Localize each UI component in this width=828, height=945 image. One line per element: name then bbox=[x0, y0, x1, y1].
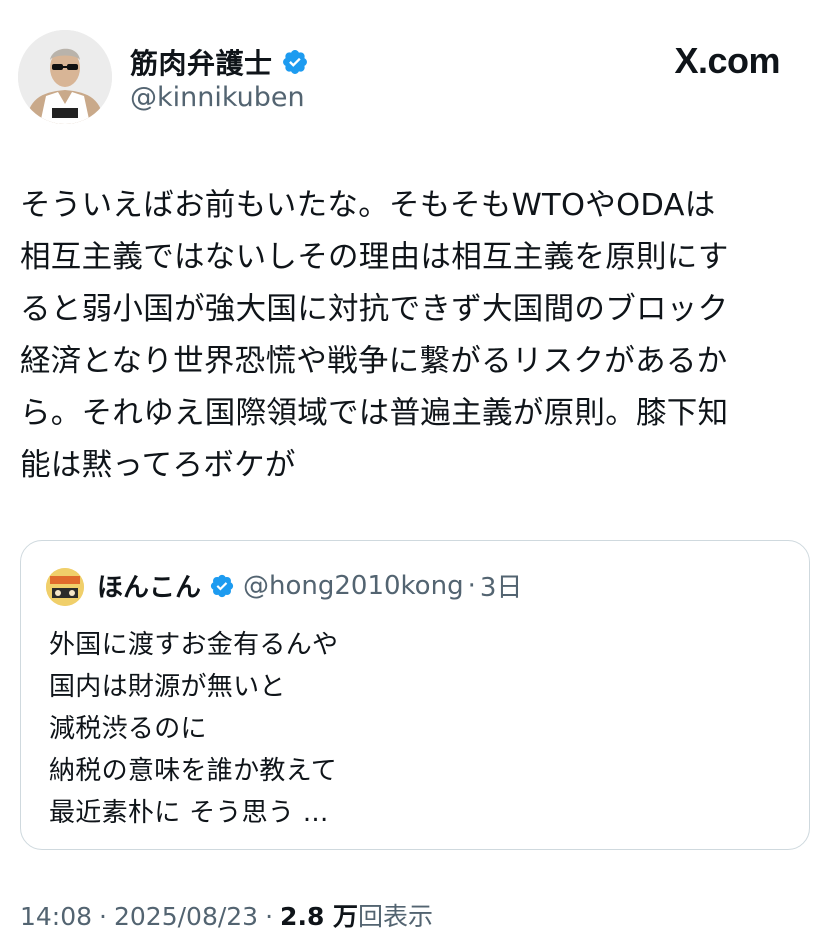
x-brand-logo: X.com bbox=[674, 40, 780, 82]
tweet-header: 筋肉弁護士 @kinnikuben X.com bbox=[18, 30, 810, 130]
author-display-name[interactable]: 筋肉弁護士 bbox=[130, 42, 273, 82]
quoted-verified-badge-icon bbox=[210, 574, 234, 597]
author-handle[interactable]: @kinnikuben bbox=[130, 82, 305, 113]
quoted-author-avatar[interactable] bbox=[46, 568, 84, 606]
quoted-handle[interactable]: @hong2010kong bbox=[243, 571, 464, 601]
tweet-date[interactable]: 2025/08/23 bbox=[114, 902, 258, 931]
author-avatar[interactable] bbox=[18, 30, 112, 124]
meta-separator: · bbox=[265, 902, 274, 931]
quoted-display-name[interactable]: ほんこん bbox=[97, 567, 201, 604]
avatar-photo-icon bbox=[18, 30, 112, 124]
quoted-separator: · bbox=[467, 570, 476, 601]
quoted-tweet-card[interactable]: ほんこん @hong2010kong · 3日 外国に渡すお金有るんや 国内は財… bbox=[20, 540, 810, 850]
views-label: 回表示 bbox=[358, 902, 434, 931]
author-name-row: 筋肉弁護士 bbox=[130, 42, 309, 82]
quoted-tweet-header: ほんこん @hong2010kong · 3日 bbox=[97, 567, 522, 604]
quoted-avatar-photo-icon bbox=[46, 568, 84, 606]
tweet-meta: 14:08 · 2025/08/23 · 2.8 万 回表示 bbox=[20, 897, 433, 933]
verified-badge-icon bbox=[282, 50, 307, 74]
x-brand-text: X.com bbox=[674, 40, 780, 81]
tweet-time[interactable]: 14:08 bbox=[20, 902, 92, 931]
views-count: 2.8 万 bbox=[280, 902, 359, 931]
tweet-text: そういえばお前もいたな。そもそもWTOやODAは 相互主義ではないしその理由は相… bbox=[20, 188, 729, 483]
quoted-tweet-text: 外国に渡すお金有るんや 国内は財源が無いと 減税渋るのに 納税の意味を誰か教えて… bbox=[49, 630, 339, 828]
quoted-timestamp[interactable]: 3日 bbox=[480, 567, 523, 604]
meta-separator: · bbox=[99, 902, 107, 931]
